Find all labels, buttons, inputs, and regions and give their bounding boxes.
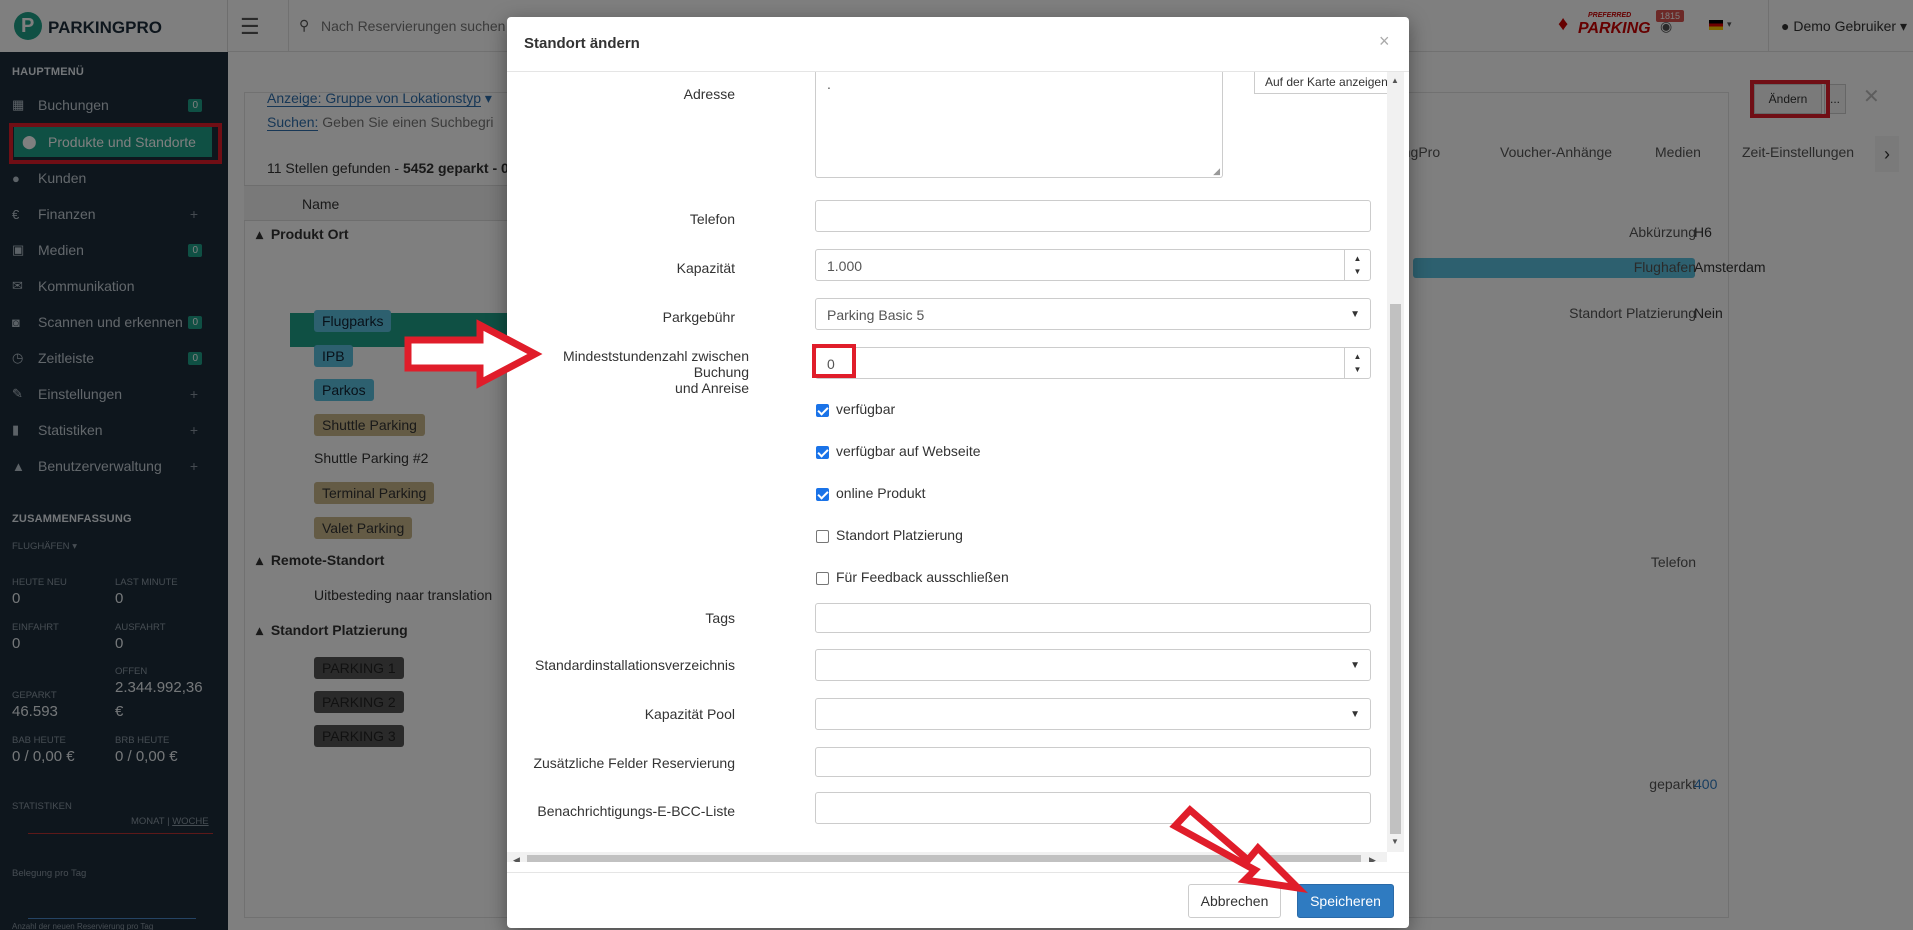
arrow-right-annotation — [404, 319, 543, 389]
annotation-arrows — [404, 319, 1308, 894]
arrow-diagonal-annotation — [1169, 805, 1308, 894]
